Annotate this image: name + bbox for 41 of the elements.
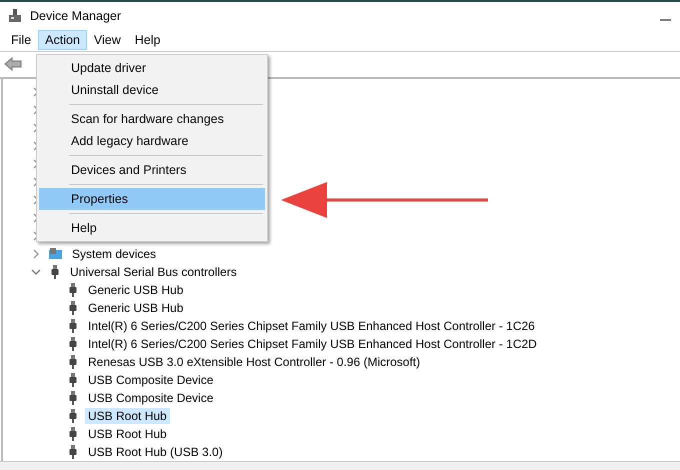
- tree-item[interactable]: Renesas USB 3.0 eXtensible Host Controller - 0.96 (Microsoft): [85, 354, 424, 370]
- menu-item[interactable]: Properties: [39, 188, 265, 210]
- tree-item[interactable]: USB Root Hub: [85, 426, 170, 442]
- tree-item[interactable]: Intel(R) 6 Series/C200 Series Chipset Family USB Enhanced Host Controller - 1C2D: [85, 336, 540, 352]
- tree-item[interactable]: Generic USB Hub: [85, 282, 186, 298]
- tree-item[interactable]: USB Composite Device: [85, 372, 216, 388]
- usb-plug-icon: [67, 301, 79, 316]
- menu-title[interactable]: File: [4, 30, 38, 50]
- chevron-down-icon[interactable]: [31, 267, 41, 278]
- menu-item[interactable]: Devices and Printers: [39, 159, 265, 181]
- tree-item[interactable]: System devices: [69, 246, 160, 262]
- tree-item[interactable]: USB Root Hub (USB 3.0): [85, 444, 226, 460]
- usb-plug-icon: [67, 283, 79, 298]
- tree-item[interactable]: Intel(R) 6 Series/C200 Series Chipset Family USB Enhanced Host Controller - 1C26: [85, 318, 538, 334]
- back-arrow-icon[interactable]: [4, 57, 22, 72]
- menu-title[interactable]: Help: [128, 30, 168, 50]
- usb-plug-icon: [67, 445, 79, 460]
- usb-plug-icon: [67, 409, 79, 424]
- tree-item[interactable]: USB Root Hub: [85, 408, 170, 424]
- window-title: Device Manager: [30, 8, 122, 23]
- menu-item[interactable]: Uninstall device: [39, 79, 265, 101]
- folder-monitor-icon: [49, 247, 63, 262]
- tree-item[interactable]: USB Composite Device: [85, 390, 216, 406]
- menu-item[interactable]: Add legacy hardware: [39, 130, 265, 152]
- usb-plug-icon: [67, 337, 79, 352]
- menu-title[interactable]: Action: [38, 30, 87, 50]
- tree-item[interactable]: Generic USB Hub: [85, 300, 186, 316]
- arrow-icon: [281, 182, 489, 218]
- menu-item[interactable]: Help: [39, 217, 265, 239]
- menu-item[interactable]: Update driver: [39, 57, 265, 79]
- tree-item[interactable]: Universal Serial Bus controllers: [67, 264, 240, 280]
- menu-title[interactable]: View: [86, 30, 128, 50]
- usb-plug-icon: [67, 355, 79, 370]
- device-manager-icon: [8, 8, 22, 23]
- menu-item[interactable]: Scan for hardware changes: [39, 108, 265, 130]
- usb-plug-icon: [67, 391, 79, 406]
- chevron-right-icon[interactable]: [31, 249, 41, 260]
- usb-plug-icon: [67, 427, 79, 442]
- usb-plug-icon: [49, 265, 61, 280]
- usb-plug-icon: [67, 319, 79, 334]
- usb-plug-icon: [67, 373, 79, 388]
